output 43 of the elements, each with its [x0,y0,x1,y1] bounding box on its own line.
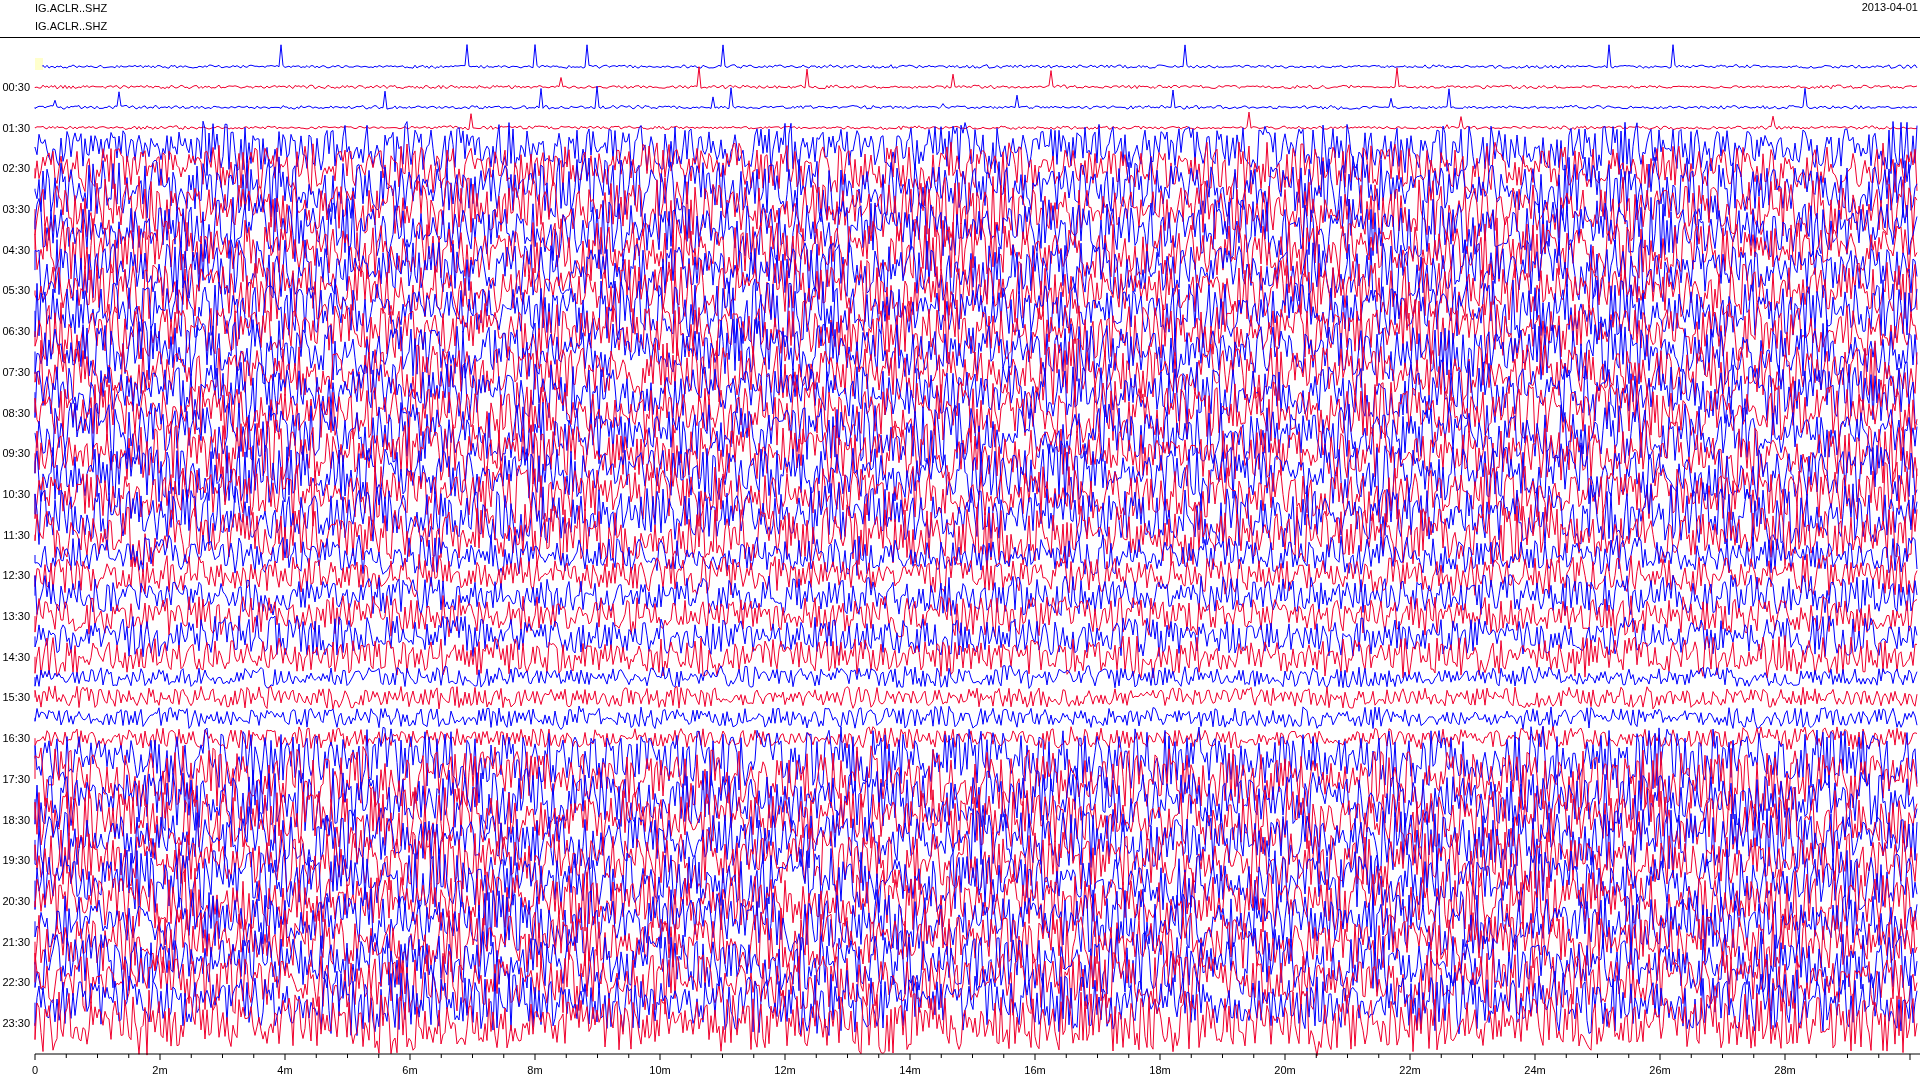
axis-tick-label: 28m [1774,1064,1796,1076]
time-label: 05:30 [2,284,30,297]
time-label: 11:30 [3,528,30,541]
time-label: 17:30 [2,772,30,785]
axis-tick-label: 2m [152,1064,168,1076]
time-label: 08:30 [2,406,30,419]
station-label: IG.ACLR..SHZ [35,19,108,33]
axis-tick-label: 20m [1274,1064,1296,1076]
time-label: 06:30 [2,325,30,338]
time-label: 18:30 [2,813,30,826]
time-label: 23:30 [2,1017,30,1030]
time-label: 02:30 [2,162,30,175]
axis-tick-label: 24m [1524,1064,1546,1076]
axis-tick-label: 14m [899,1064,921,1076]
time-label: 14:30 [2,650,30,663]
marker-icon [35,58,43,70]
axis-tick-label: 10m [649,1064,671,1076]
station-label: IG.ACLR..SHZ [35,1,108,15]
axis-tick-label: 8m [527,1064,543,1076]
time-label: 20:30 [2,894,30,907]
axis-tick-label: 26m [1649,1064,1671,1076]
axis-tick-label: 0 [31,1064,39,1076]
time-label: 15:30 [2,691,30,704]
axis-tick-label: 4m [277,1064,293,1076]
time-label: 16:30 [2,732,30,745]
time-label: 22:30 [2,976,30,989]
axis-tick-label: 6m [402,1064,418,1076]
time-label: 09:30 [2,447,30,460]
time-label: 10:30 [2,487,30,500]
axis-tick-label: 18m [1149,1064,1171,1076]
date-label: 2013-04-01 [1861,0,1918,14]
time-label: 12:30 [2,569,30,582]
time-label: 21:30 [2,935,30,948]
time-label: 00:30 [2,80,30,93]
time-label: 03:30 [2,203,30,216]
axis-tick-label: 22m [1399,1064,1421,1076]
time-label: 19:30 [2,854,30,867]
axis-tick-label: 12m [774,1064,796,1076]
time-label: 01:30 [2,121,30,134]
time-label: 07:30 [2,365,30,378]
axis-tick-label: 16m [1024,1064,1046,1076]
time-label: 04:30 [2,243,30,256]
time-label: 13:30 [2,610,30,623]
